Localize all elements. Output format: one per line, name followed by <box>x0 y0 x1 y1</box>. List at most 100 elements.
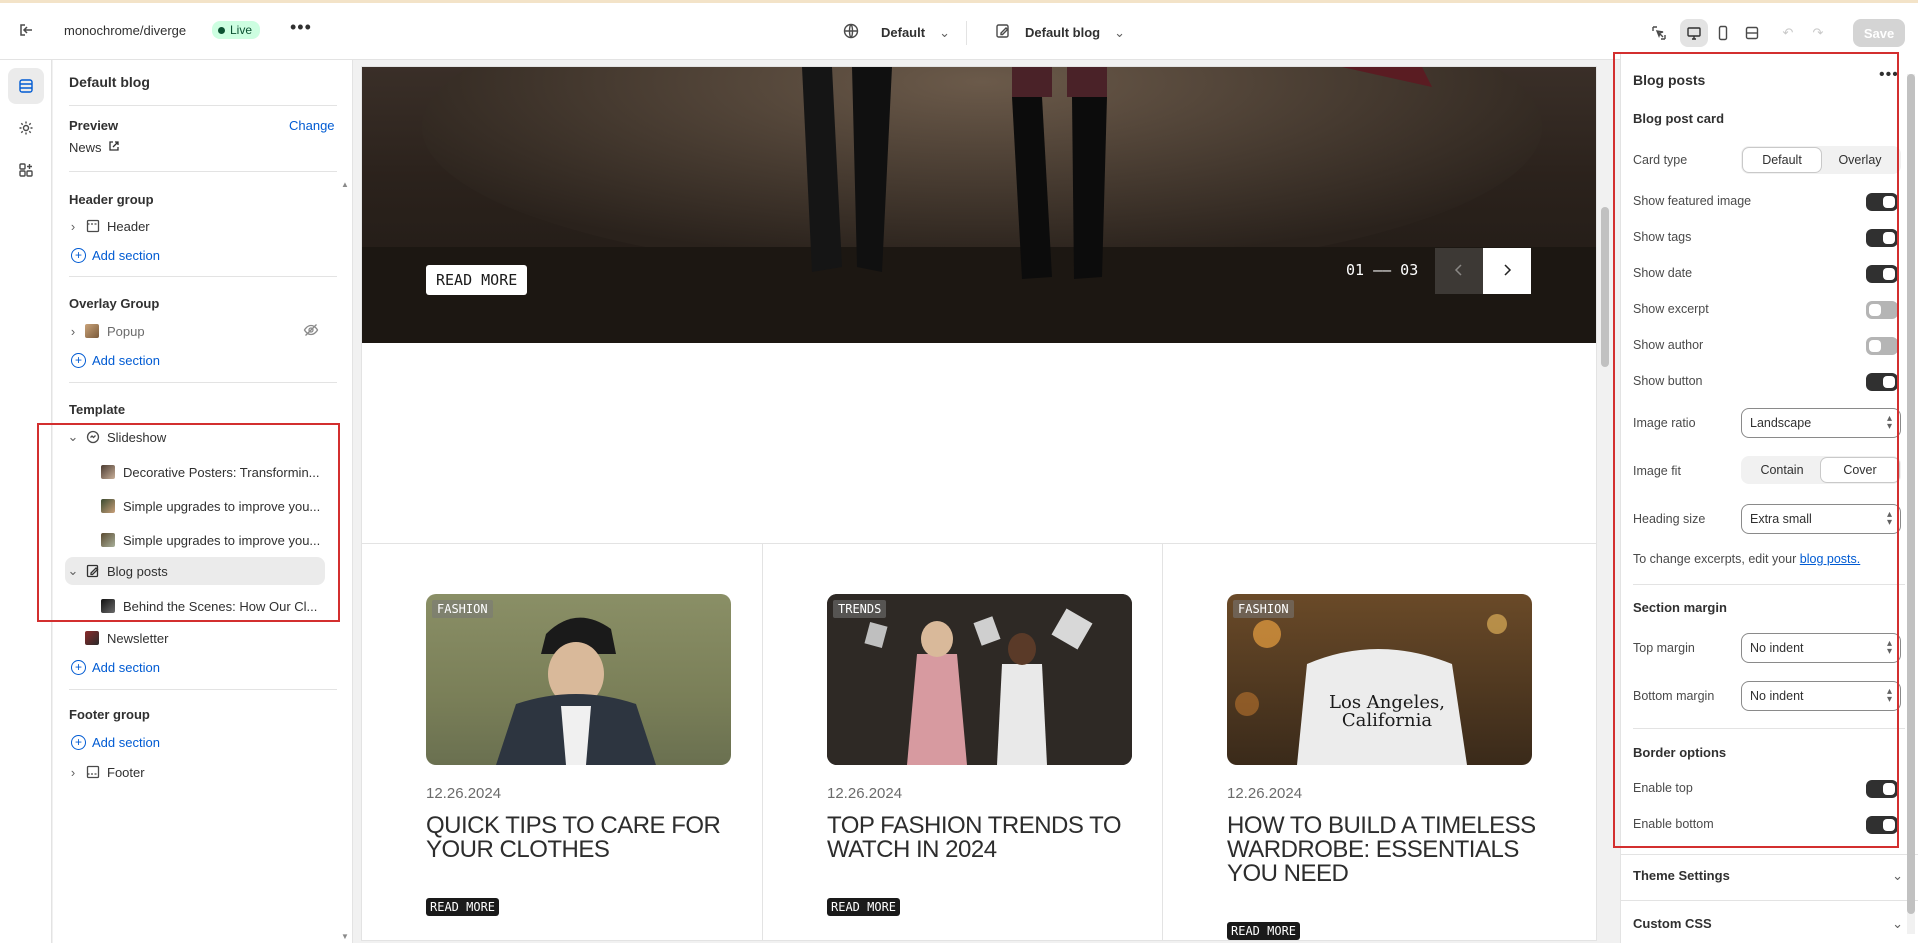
post-title[interactable]: QUICK TIPS TO CARE FOR YOUR CLOTHES <box>426 814 736 862</box>
post-date: 12.26.2024 <box>1227 785 1303 802</box>
add-section-overlay[interactable]: + Add section <box>71 346 331 374</box>
image-fit-contain[interactable]: Contain <box>1743 458 1821 482</box>
redo-icon[interactable]: ↷ <box>1804 19 1832 47</box>
enable-top-label: Enable top <box>1633 781 1693 795</box>
blog-posts-grid: FASHION 12.26.2024 QUICK TIPS TO CARE FO… <box>362 543 1596 940</box>
add-section-label: Add section <box>92 247 160 263</box>
tree-item-slideshow[interactable]: ⌄ Slideshow <box>65 423 325 451</box>
scroll-up-icon[interactable]: ▲ <box>341 180 349 189</box>
tree-item-slide[interactable]: Simple upgrades to improve you... <box>101 526 329 554</box>
show-excerpt-toggle[interactable] <box>1866 301 1898 319</box>
tree-item-slide[interactable]: Decorative Posters: Transformin... <box>101 458 329 486</box>
tree-item-slide[interactable]: Simple upgrades to improve you... <box>101 492 329 520</box>
tree-item-footer[interactable]: › Footer <box>65 758 325 786</box>
inspector-icon[interactable] <box>1645 19 1673 47</box>
post-read-more[interactable]: READ MORE <box>827 898 901 916</box>
mobile-view-icon[interactable] <box>1709 19 1737 47</box>
exit-icon[interactable] <box>18 21 36 39</box>
template-selector[interactable]: Default blog ⌄ <box>995 23 1125 42</box>
footer-group-title: Footer group <box>69 707 150 722</box>
scroll-down-icon[interactable]: ▼ <box>341 932 349 941</box>
tree-item-newsletter[interactable]: Newsletter <box>85 624 345 652</box>
desktop-view-icon[interactable] <box>1680 19 1708 47</box>
blog-card[interactable]: FASHION Los Angeles, California 12.26.20… <box>1162 544 1562 940</box>
live-badge: Live <box>212 21 261 39</box>
tree-item-blog-posts[interactable]: ⌄ Blog posts <box>65 557 325 585</box>
undo-icon[interactable]: ↶ <box>1774 19 1802 47</box>
more-options-icon[interactable]: ••• <box>290 17 312 38</box>
post-read-more[interactable]: READ MORE <box>1227 922 1301 940</box>
shirt-print-text: Los Angeles, California <box>1329 692 1445 731</box>
enable-top-toggle[interactable] <box>1866 780 1898 798</box>
blog-card[interactable]: FASHION 12.26.2024 QUICK TIPS TO CARE FO… <box>362 544 762 940</box>
theme-settings-row[interactable]: Theme Settings ⌄ <box>1633 868 1903 884</box>
show-tags-toggle[interactable] <box>1866 229 1898 247</box>
show-date-toggle[interactable] <box>1866 265 1898 283</box>
scrollbar-thumb[interactable] <box>1601 207 1609 367</box>
card-type-label: Card type <box>1633 153 1688 167</box>
show-featured-image-toggle[interactable] <box>1866 193 1898 211</box>
eye-hidden-icon[interactable] <box>303 322 319 341</box>
footer-section-icon <box>85 764 101 780</box>
chevron-right-icon[interactable]: › <box>65 219 81 234</box>
add-section-template[interactable]: + Add section <box>71 653 331 681</box>
chevron-right-icon[interactable]: › <box>65 765 81 780</box>
store-path: monochrome/diverge <box>64 23 187 38</box>
panel-scrollbar[interactable] <box>1907 74 1915 934</box>
post-read-more[interactable]: READ MORE <box>426 898 500 916</box>
add-section-header[interactable]: + Add section <box>71 241 331 269</box>
template-label: Default blog <box>1025 25 1101 40</box>
slide-counter: 01 —— 03 <box>1346 261 1419 279</box>
settings-gear-icon[interactable] <box>8 110 44 146</box>
blog-card-image[interactable]: FASHION <box>426 594 731 765</box>
card-heading: Blog post card <box>1633 111 1725 126</box>
tree-item-blog-post[interactable]: Behind the Scenes: How Our Cl... <box>101 592 329 620</box>
card-type-overlay[interactable]: Overlay <box>1821 148 1899 172</box>
sections-icon[interactable] <box>8 68 44 104</box>
card-type-segmented[interactable]: Default Overlay <box>1741 146 1901 174</box>
change-link[interactable]: Change <box>289 118 335 133</box>
show-author-toggle[interactable] <box>1866 337 1898 355</box>
theme-selector[interactable]: Default ⌄ <box>843 23 950 42</box>
chevron-down-icon[interactable]: ⌄ <box>65 429 81 445</box>
blog-card-photo <box>1235 614 1507 765</box>
slideshow-icon <box>85 429 101 445</box>
image-fit-segmented[interactable]: Contain Cover <box>1741 456 1901 484</box>
card-type-default[interactable]: Default <box>1743 148 1821 172</box>
image-ratio-select[interactable]: Landscape ▴ ▾ <box>1741 408 1901 438</box>
post-title[interactable]: HOW TO BUILD A TIMELESS WARDROBE: ESSENT… <box>1227 814 1537 886</box>
slide-thumbnail <box>101 465 115 479</box>
custom-css-row[interactable]: Custom CSS ⌄ <box>1633 916 1903 932</box>
hero-read-more-button[interactable]: READ MORE <box>426 265 528 295</box>
post-title[interactable]: TOP FASHION TRENDS TO WATCH IN 2024 <box>827 814 1137 862</box>
blog-card-image[interactable]: TRENDS <box>827 594 1132 765</box>
blog-card[interactable]: TRENDS 12.26.2024 TOP FASHION TRENDS TO … <box>762 544 1162 940</box>
enable-bottom-toggle[interactable] <box>1866 816 1898 834</box>
show-button-toggle[interactable] <box>1866 373 1898 391</box>
preview-scrollbar[interactable] <box>1598 67 1612 940</box>
chevron-right-icon <box>1501 263 1513 279</box>
scrollbar-thumb[interactable] <box>1907 74 1915 914</box>
tree-item-popup[interactable]: › Popup <box>65 317 325 345</box>
more-options-icon[interactable]: ••• <box>1879 66 1899 84</box>
blog-card-image[interactable]: FASHION Los Angeles, California <box>1227 594 1532 765</box>
preview-value[interactable]: News <box>69 140 120 155</box>
apps-icon[interactable] <box>8 152 44 188</box>
tree-item-header[interactable]: › Header <box>65 212 325 240</box>
edit-page-icon <box>995 23 1011 42</box>
add-section-footer[interactable]: + Add section <box>71 728 331 756</box>
chevron-right-icon[interactable]: › <box>65 324 81 339</box>
bottom-margin-select[interactable]: No indent ▴ ▾ <box>1741 681 1901 711</box>
save-button[interactable]: Save <box>1853 19 1905 47</box>
bottom-margin-label: Bottom margin <box>1633 689 1715 703</box>
top-margin-select[interactable]: No indent ▴ ▾ <box>1741 633 1901 663</box>
fullscreen-icon[interactable] <box>1738 19 1766 47</box>
slide-prev-button[interactable] <box>1435 248 1483 294</box>
post-date: 12.26.2024 <box>426 785 502 802</box>
heading-size-select[interactable]: Extra small ▴ ▾ <box>1741 504 1901 534</box>
chevron-down-icon[interactable]: ⌄ <box>65 563 81 579</box>
blog-posts-link[interactable]: blog posts. <box>1800 552 1860 566</box>
left-rail <box>0 60 52 943</box>
image-fit-cover[interactable]: Cover <box>1821 458 1899 482</box>
slide-next-button[interactable] <box>1483 248 1531 294</box>
